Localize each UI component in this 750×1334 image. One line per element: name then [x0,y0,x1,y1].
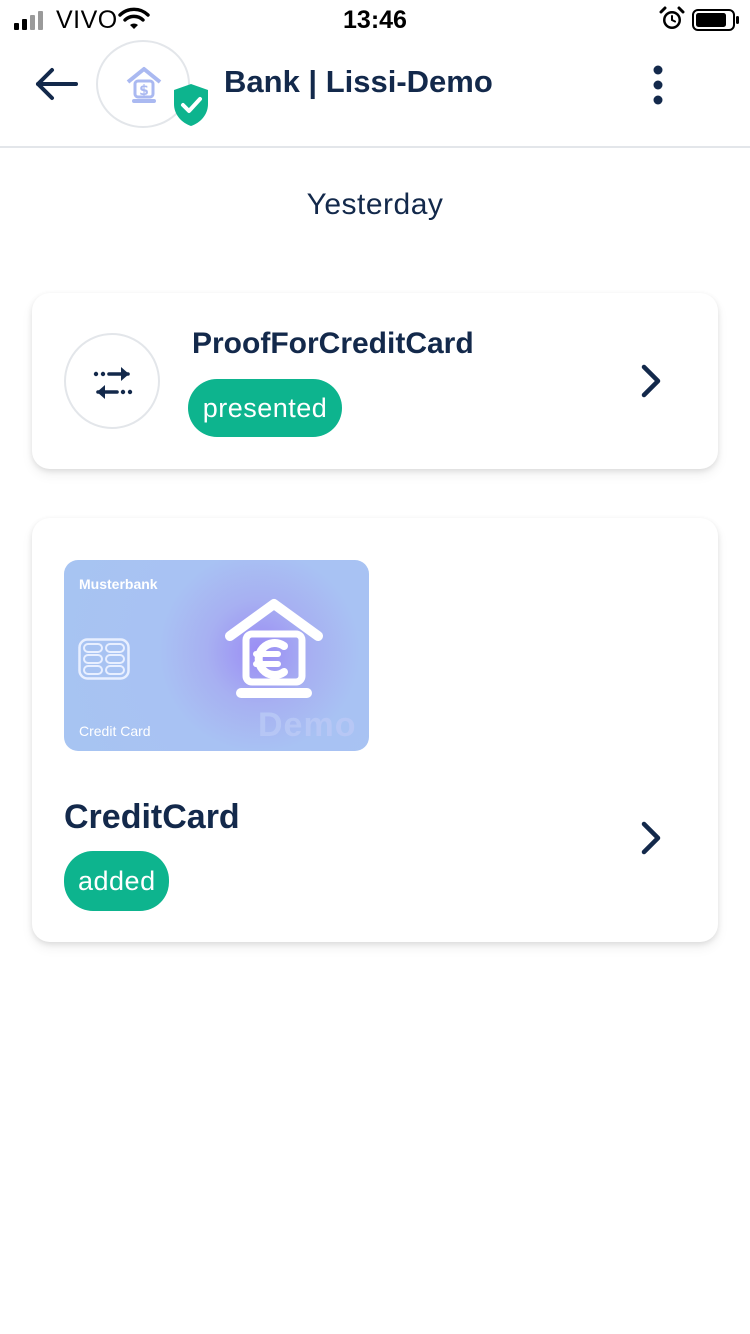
status-badge: added [64,851,169,911]
card-chip-icon [78,638,130,680]
item-title: CreditCard [64,798,240,836]
more-options-icon[interactable] [642,64,674,106]
status-badge: presented [188,379,342,437]
card-watermark: Demo [258,706,357,744]
card-type-label: Credit Card [79,723,151,739]
activity-card-credit[interactable]: Musterbank Credit Card Demo CreditCard a… [32,518,718,942]
section-date-label: Yesterday [306,188,444,221]
issuer-avatar[interactable]: $ [96,40,216,130]
item-title: ProofForCreditCard [192,327,474,360]
back-arrow-icon[interactable] [32,64,80,104]
exchange-arrows-icon [93,367,133,399]
screen: VIVO 13:46 $ Bank | Lissi-Demo Yesterday… [0,0,750,1334]
app-header: $ Bank | Lissi-Demo [0,40,750,148]
battery-icon [692,9,739,31]
exchange-icon-circle [64,333,160,429]
bank-logo-icon: $ [126,67,162,103]
status-bar: VIVO 13:46 [0,0,750,40]
bank-euro-logo-icon [225,599,323,698]
card-bank-name: Musterbank [79,576,158,592]
page-title: Bank | Lissi-Demo [224,64,493,99]
svg-text:$: $ [139,83,149,99]
verified-shield-icon [174,84,208,126]
chevron-right-icon [641,364,661,398]
chevron-right-icon [641,821,661,855]
activity-card-proof[interactable]: ProofForCreditCard presented [32,293,718,469]
alarm-icon [659,6,685,29]
credit-card-image: Musterbank Credit Card Demo [64,560,369,751]
status-time: 13:46 [343,6,407,34]
